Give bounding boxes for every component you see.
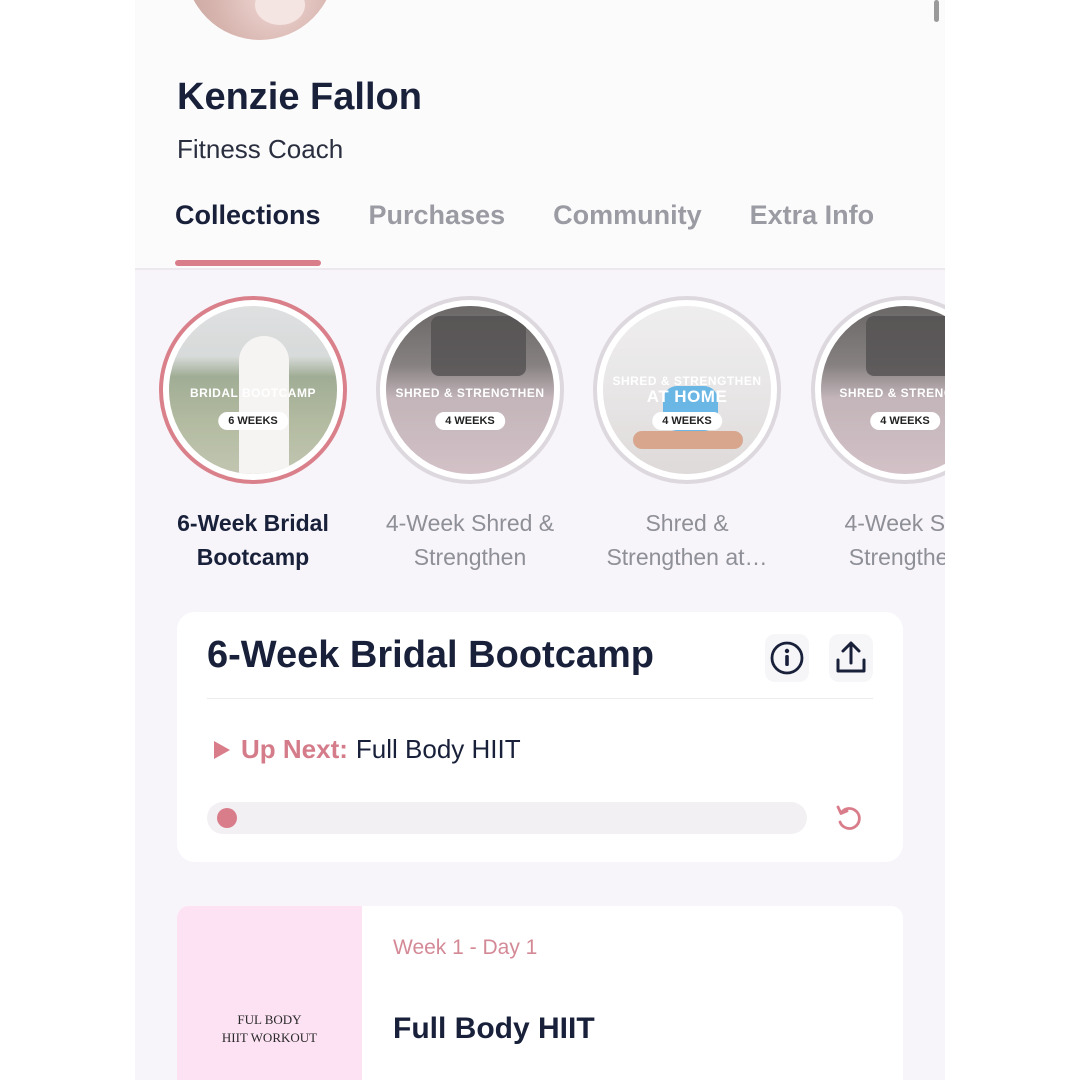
- info-button[interactable]: [765, 634, 809, 682]
- progress-indicator: [217, 808, 237, 828]
- collection-image-caption: SHRED & STRENGTHEN AT HOME: [603, 374, 771, 406]
- workout-card[interactable]: FUL BODY HIIT WORKOUT Week 1 - Day 1 Ful…: [177, 906, 903, 1080]
- collection-thumbnail-ring: SHRED & STRENGTH 4 WEEKS: [811, 296, 945, 484]
- collection-title: 4-Week Shred & Strengthen: [385, 510, 555, 570]
- collection-thumbnail-ring: BRIDAL BOOTCAMP 6 WEEKS: [159, 296, 347, 484]
- collection-image-caption-small: SHRED & STRENGTHEN: [612, 374, 762, 388]
- profile-header: Kenzie Fallon Fitness Coach Collections …: [135, 0, 945, 270]
- profile-tabs: Collections Purchases Community Extra In…: [175, 200, 874, 266]
- workout-thumbnail-text: FUL BODY HIIT WORKOUT: [221, 1012, 318, 1045]
- up-next-value: Full Body HIIT: [355, 734, 521, 764]
- share-icon: [836, 641, 866, 673]
- weeks-badge: 4 WEEKS: [870, 412, 940, 430]
- program-card: 6-Week Bridal Bootcamp Up Next: Full Bod…: [177, 612, 903, 862]
- coach-role: Fitness Coach: [177, 134, 344, 164]
- card-divider: [207, 698, 873, 699]
- up-next-row[interactable]: Up Next: Full Body HIIT: [211, 734, 521, 765]
- collection-image-caption: BRIDAL BOOTCAMP: [190, 386, 316, 400]
- collection-item-shred-at-home[interactable]: SHRED & STRENGTHEN AT HOME 4 WEEKS Shred…: [587, 296, 787, 574]
- collection-title: 4-Week Shr Strengthen: [844, 510, 945, 570]
- app-screen: Kenzie Fallon Fitness Coach Collections …: [135, 0, 945, 1080]
- tab-extra-info[interactable]: Extra Info: [750, 200, 875, 266]
- collection-title: 6-Week Bridal Bootcamp: [177, 510, 329, 570]
- play-icon: [214, 740, 230, 759]
- collection-image-caption: SHRED & STRENGTH: [839, 386, 945, 400]
- coach-name: Kenzie Fallon: [177, 76, 422, 118]
- collection-image: BRIDAL BOOTCAMP 6 WEEKS: [169, 306, 337, 474]
- up-next-label: Up Next:: [241, 734, 348, 764]
- scrollbar[interactable]: [934, 0, 939, 22]
- collection-item-shred-strengthen[interactable]: SHRED & STRENGTHEN 4 WEEKS 4-Week Shred …: [370, 296, 570, 574]
- weeks-badge: 4 WEEKS: [652, 412, 722, 430]
- program-title: 6-Week Bridal Bootcamp: [207, 634, 654, 676]
- reset-icon: [836, 805, 861, 830]
- collection-image: SHRED & STRENGTHEN AT HOME 4 WEEKS: [603, 306, 771, 474]
- collection-item-shred-strengthen-2[interactable]: SHRED & STRENGTH 4 WEEKS 4-Week Shr Stre…: [805, 296, 945, 574]
- program-progress-bar: [207, 802, 807, 834]
- workout-week-day: Week 1 - Day 1: [393, 936, 538, 959]
- collection-image-caption: SHRED & STRENGTHEN: [395, 386, 545, 400]
- workout-name: Full Body HIIT: [393, 1012, 595, 1045]
- workout-thumbnail: FUL BODY HIIT WORKOUT: [177, 906, 362, 1080]
- collection-image: SHRED & STRENGTH 4 WEEKS: [821, 306, 945, 474]
- collection-image-caption-big: AT HOME: [646, 387, 728, 406]
- weeks-badge: 4 WEEKS: [435, 412, 505, 430]
- collection-item-bridal-bootcamp[interactable]: BRIDAL BOOTCAMP 6 WEEKS 6-Week Bridal Bo…: [153, 296, 353, 574]
- collection-thumbnail-ring: SHRED & STRENGTHEN 4 WEEKS: [376, 296, 564, 484]
- tab-purchases[interactable]: Purchases: [369, 200, 506, 266]
- avatar[interactable]: [185, 0, 335, 40]
- info-icon: [770, 641, 804, 675]
- tab-community[interactable]: Community: [553, 200, 702, 266]
- tab-collections[interactable]: Collections: [175, 200, 321, 266]
- reset-button[interactable]: [833, 802, 865, 834]
- collection-thumbnail-ring: SHRED & STRENGTHEN AT HOME 4 WEEKS: [593, 296, 781, 484]
- collections-carousel[interactable]: BRIDAL BOOTCAMP 6 WEEKS 6-Week Bridal Bo…: [135, 296, 945, 596]
- collection-title: Shred & Strengthen at…: [606, 510, 768, 570]
- collection-image: SHRED & STRENGTHEN 4 WEEKS: [386, 306, 554, 474]
- share-button[interactable]: [829, 634, 873, 682]
- weeks-badge: 6 WEEKS: [218, 412, 288, 430]
